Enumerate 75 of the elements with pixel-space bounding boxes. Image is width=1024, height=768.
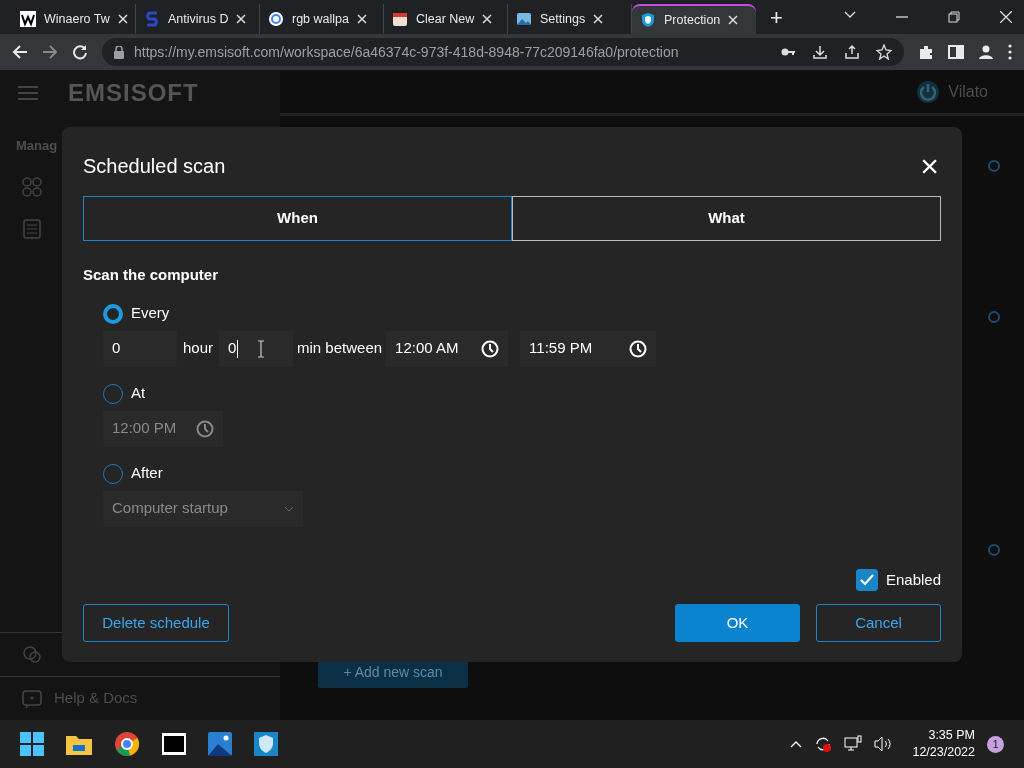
address-bar[interactable]: https://my.emsisoft.com/workspace/6a46374c-973f-418d-8948-77c209146fa0/protection — [102, 38, 904, 66]
time-field[interactable]: 11:59 PM — [520, 330, 657, 367]
sidebar-heading: Manag — [16, 137, 58, 155]
close-icon[interactable] — [593, 14, 604, 24]
unit-label: min between — [297, 338, 383, 359]
photos-icon[interactable] — [208, 732, 232, 756]
w-logo-icon — [20, 11, 36, 27]
network-icon[interactable] — [844, 735, 863, 753]
close-button[interactable]: × — [920, 150, 939, 182]
new-tab-button[interactable]: + — [770, 0, 783, 34]
close-icon[interactable] — [728, 15, 739, 25]
clock-date[interactable]: 12/23/2022 — [912, 744, 975, 761]
tab[interactable]: When — [83, 196, 512, 241]
more-icon[interactable] — [1008, 44, 1012, 60]
back-icon[interactable] — [12, 44, 28, 60]
shield-icon — [640, 12, 656, 28]
hours-field[interactable]: 0 — [103, 330, 177, 367]
status-ring-icon — [988, 160, 1000, 172]
star-icon[interactable] — [876, 44, 892, 60]
close-icon[interactable] — [117, 14, 128, 24]
ok-button[interactable]: OK — [675, 604, 800, 642]
status-ring-icon — [988, 311, 1000, 323]
power-icon[interactable] — [916, 79, 941, 104]
close-icon[interactable] — [482, 14, 493, 24]
share-icon[interactable] — [844, 44, 860, 60]
start-icon[interactable] — [20, 732, 44, 756]
reload-icon[interactable] — [72, 44, 88, 60]
clock-icon — [481, 339, 500, 358]
archive-icon[interactable] — [162, 733, 186, 755]
side-panel-icon[interactable] — [948, 44, 964, 60]
status-ring-icon — [988, 544, 1000, 556]
time-field[interactable]: 12:00 PM — [103, 410, 223, 447]
option-label: At — [131, 383, 146, 404]
image-icon — [516, 11, 532, 27]
event-dropdown[interactable]: Computer startup — [103, 490, 303, 527]
notification-badge[interactable]: 1 — [987, 735, 1004, 753]
restore-icon[interactable] — [948, 11, 960, 23]
folder-icon[interactable] — [66, 733, 92, 755]
chevron-down-icon — [284, 505, 294, 512]
option-label: After — [131, 463, 163, 484]
unit-label: hour — [183, 338, 214, 359]
s-logo-icon — [144, 11, 160, 27]
radio-button[interactable] — [103, 303, 123, 324]
sync-icon[interactable] — [814, 735, 833, 753]
logo: EMSISOFT — [68, 78, 199, 108]
download-icon[interactable] — [812, 44, 828, 60]
shield-icon[interactable] — [254, 732, 278, 756]
checkbox-label: Enabled — [885, 569, 941, 590]
chevron-down-icon[interactable] — [844, 11, 856, 19]
chrome-icon[interactable] — [114, 731, 140, 757]
chevron-up-icon[interactable] — [790, 740, 803, 748]
minutes-field[interactable]: 0 — [219, 330, 294, 367]
section-label: Scan the computer — [83, 265, 220, 285]
clock-icon — [196, 419, 214, 438]
time-field[interactable]: 12:00 AM — [386, 330, 509, 367]
option-label: Every — [131, 303, 170, 324]
clock-icon — [629, 339, 648, 358]
check-icon — [859, 573, 874, 586]
close-icon[interactable] — [236, 14, 247, 24]
dialog-title: Scheduled scan — [83, 154, 226, 179]
g-logo-icon — [268, 11, 284, 27]
lock-icon — [114, 45, 124, 59]
text-cursor-icon — [257, 339, 266, 358]
close-icon[interactable] — [357, 14, 367, 24]
clock-time[interactable]: 3:35 PM — [912, 727, 975, 744]
browser-tab[interactable]: Protection — [632, 4, 756, 34]
checkbox[interactable] — [855, 568, 878, 591]
close-icon[interactable] — [1000, 11, 1012, 23]
puzzle-icon[interactable] — [918, 44, 934, 60]
calendar-icon — [392, 11, 408, 27]
forward-icon[interactable] — [42, 44, 58, 60]
delete-button[interactable]: Delete schedule — [83, 604, 229, 642]
cancel-button[interactable]: Cancel — [816, 604, 941, 642]
tab[interactable]: What — [512, 196, 941, 241]
profile-icon[interactable] — [978, 44, 994, 60]
